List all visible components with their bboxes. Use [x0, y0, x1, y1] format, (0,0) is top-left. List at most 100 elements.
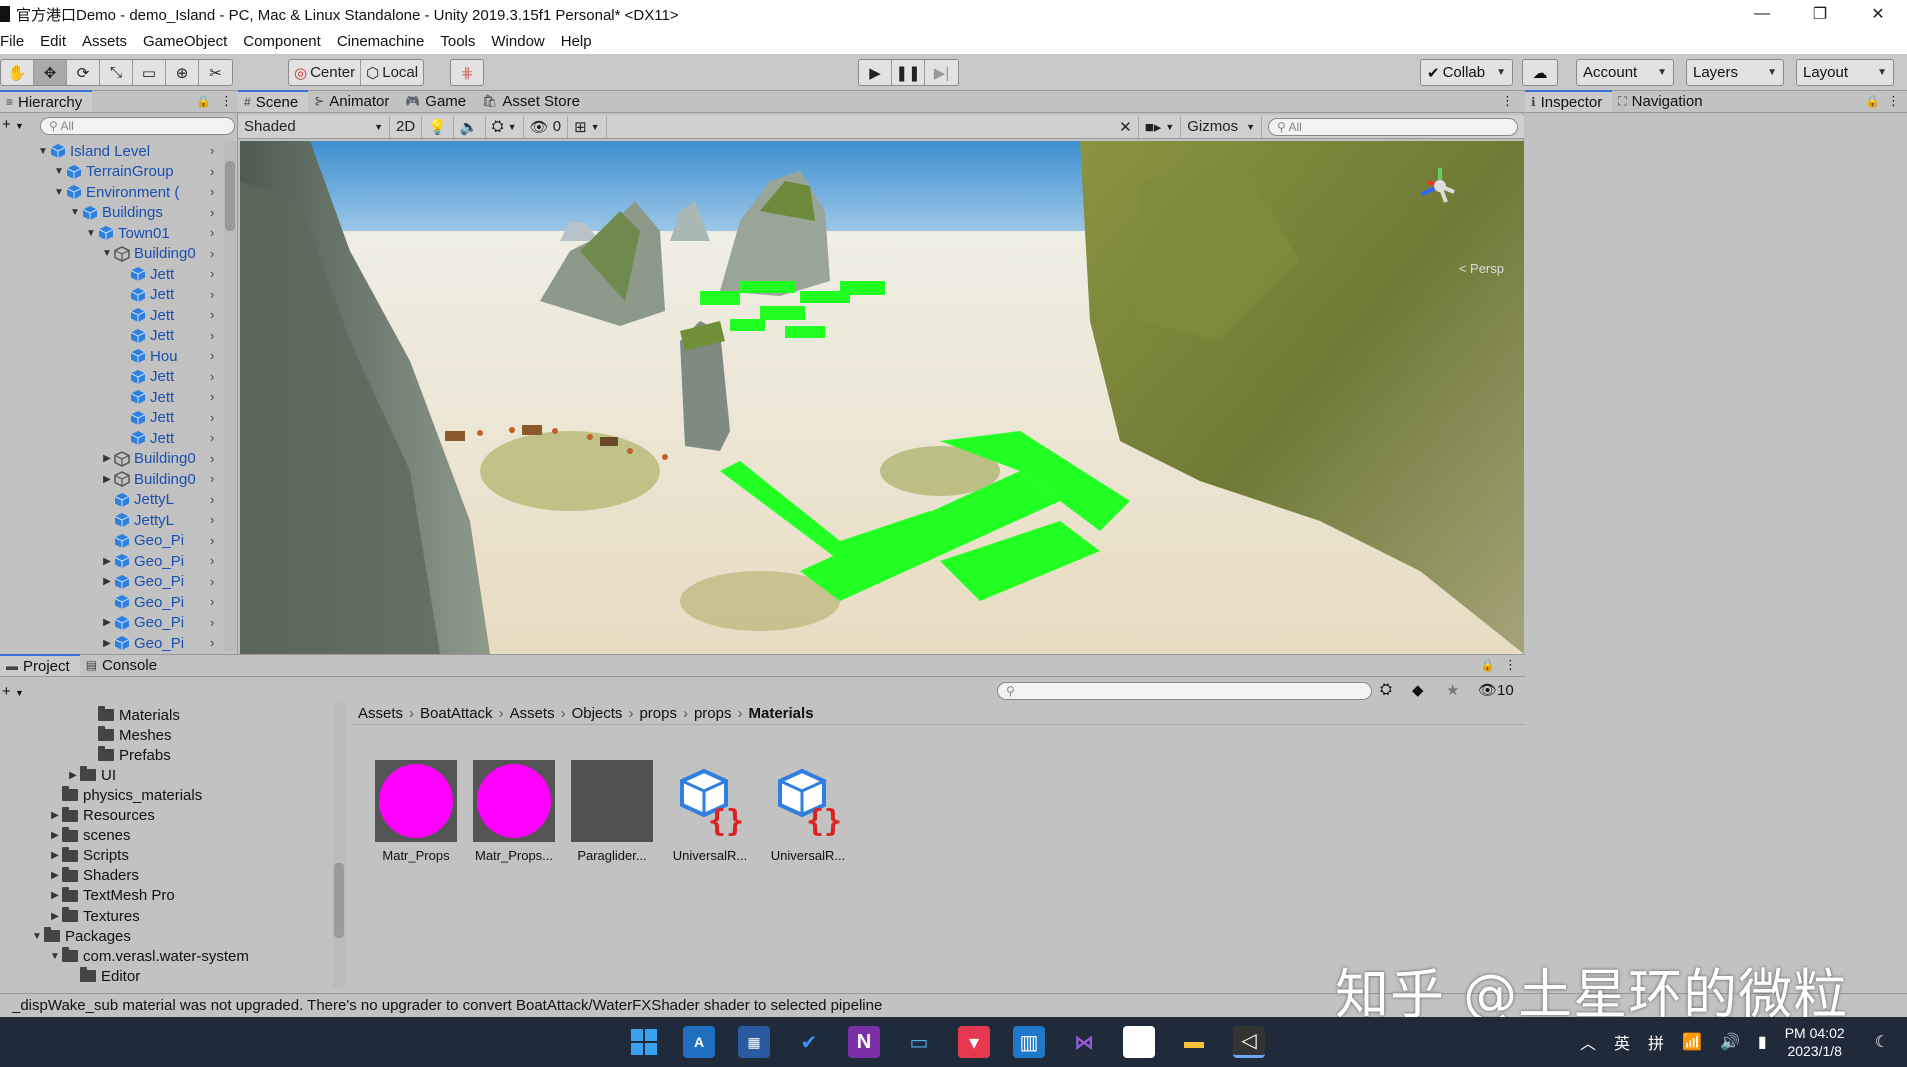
expand-arrow-down-icon[interactable]: ▼ [36, 146, 50, 157]
expand-arrow-down-icon[interactable]: ▼ [100, 248, 114, 259]
camera-icon[interactable]: ■▸ ▼ [1139, 115, 1182, 138]
restore-button[interactable]: ❐ [1791, 0, 1849, 28]
tab-animator[interactable]: ⊱ Animator [308, 90, 399, 112]
chevron-right-icon[interactable]: › [210, 164, 214, 179]
scrollbar-thumb[interactable] [225, 161, 235, 231]
expand-arrow-right-icon[interactable]: ▶ [48, 810, 62, 821]
chevron-right-icon[interactable]: › [210, 389, 214, 404]
chevron-right-icon[interactable]: › [210, 615, 214, 630]
start-windows-icon[interactable] [628, 1026, 660, 1058]
menu-file[interactable]: File [0, 33, 32, 50]
shading-mode-dropdown[interactable]: Shaded ▼ [238, 115, 390, 138]
hierarchy-row[interactable]: ▼ Town01 [84, 223, 170, 243]
breadcrumb-item[interactable]: props [694, 705, 732, 722]
folder-tree-item[interactable]: ▶ UI [66, 765, 116, 785]
hierarchy-row[interactable]: ▶ Building0 [100, 449, 196, 469]
custom-tool-icon[interactable]: ✂ [199, 60, 232, 85]
more-options-icon[interactable]: ⋮ [1887, 93, 1900, 109]
asset-item[interactable]: Paraglider... [567, 760, 657, 863]
expand-arrow-down-icon[interactable]: ▼ [52, 187, 66, 198]
breadcrumb-item[interactable]: Assets [510, 705, 555, 722]
expand-arrow-down-icon[interactable]: ▼ [84, 228, 98, 239]
chevron-right-icon[interactable]: › [210, 451, 214, 466]
asset-item[interactable]: Matr_Props... [469, 760, 559, 863]
chevron-right-icon[interactable]: › [210, 287, 214, 302]
chevron-right-icon[interactable]: › [210, 512, 214, 527]
hierarchy-row[interactable]: ▶ Geo_Pi [100, 551, 184, 571]
chevron-right-icon[interactable]: › [210, 246, 214, 261]
hierarchy-row[interactable]: Jett [116, 408, 174, 428]
do-not-disturb-moon-icon[interactable]: ☾ [1875, 1032, 1889, 1052]
chevron-right-icon[interactable]: › [210, 635, 214, 650]
breadcrumb-item[interactable]: Assets [358, 705, 403, 722]
expand-arrow-right-icon[interactable]: ▶ [100, 576, 114, 587]
pause-button-icon[interactable]: ❚❚ [892, 60, 925, 85]
expand-arrow-right-icon[interactable]: ▶ [66, 770, 80, 781]
expand-arrow-right-icon[interactable]: ▶ [100, 617, 114, 628]
menu-edit[interactable]: Edit [32, 33, 74, 50]
hierarchy-row[interactable]: Jett [116, 367, 174, 387]
asset-item[interactable]: {} UniversalR... [665, 760, 755, 863]
hierarchy-row[interactable]: Jett [116, 326, 174, 346]
tab-inspector[interactable]: ℹ Inspector [1525, 90, 1613, 112]
collab-dropdown[interactable]: ✔ Collab ▼ [1420, 59, 1513, 86]
hierarchy-row[interactable]: ▶ Geo_Pi [100, 572, 184, 592]
unity-app-icon[interactable]: ◁ [1233, 1026, 1265, 1058]
calendar-app-icon[interactable]: ▦ [738, 1026, 770, 1058]
menu-component[interactable]: Component [235, 33, 329, 50]
hierarchy-row[interactable]: Jett [116, 305, 174, 325]
hierarchy-row[interactable]: ▼ Environment ( [52, 182, 179, 202]
wifi-icon[interactable]: 📶 [1682, 1032, 1702, 1052]
tools-icon[interactable]: ✕ [1113, 115, 1139, 138]
folder-tree-item[interactable]: Prefabs [84, 745, 171, 765]
rotate-tool-icon[interactable]: ⟳ [67, 60, 100, 85]
chevron-right-icon[interactable]: › [210, 328, 214, 343]
scale-tool-icon[interactable]: ⤡ [100, 60, 133, 85]
hierarchy-search-input[interactable]: ⚲ All [40, 117, 235, 135]
translator-app-icon[interactable]: A [683, 1026, 715, 1058]
chevron-right-icon[interactable]: › [210, 533, 214, 548]
chevron-right-icon[interactable]: › [210, 574, 214, 589]
close-button[interactable]: ✕ [1849, 0, 1907, 28]
lock-icon[interactable]: 🔒 [1480, 658, 1495, 672]
cloud-button[interactable]: ☁ [1522, 59, 1558, 86]
tab-scene[interactable]: # Scene [238, 90, 309, 112]
breadcrumb-item[interactable]: Objects [572, 705, 623, 722]
hierarchy-row[interactable]: JettyL [100, 490, 174, 510]
visual-studio-icon[interactable]: ⋈ [1068, 1026, 1100, 1058]
more-options-icon[interactable]: ⋮ [220, 93, 233, 109]
folder-tree-item[interactable]: Meshes [84, 725, 172, 745]
desktop-monitor-icon[interactable]: ▭ [903, 1026, 935, 1058]
volume-icon[interactable]: 🔊 [1720, 1032, 1740, 1052]
hierarchy-row[interactable]: Geo_Pi [100, 592, 184, 612]
expand-arrow-right-icon[interactable]: ▶ [100, 556, 114, 567]
hierarchy-scrollbar[interactable] [224, 141, 236, 651]
folder-tree-item[interactable]: ▼ Packages [30, 926, 131, 946]
hierarchy-row[interactable]: ▼ TerrainGroup [52, 162, 174, 182]
pivot-space-button[interactable]: ⬡ Local [361, 60, 423, 85]
expand-arrow-right-icon[interactable]: ▶ [100, 474, 114, 485]
tray-expand-icon[interactable]: ︿ [1580, 1030, 1596, 1054]
tab-project[interactable]: ▬ Project [0, 654, 80, 676]
folder-tree-item[interactable]: Materials [84, 705, 180, 725]
tab-navigation[interactable]: ⛶ Navigation [1612, 90, 1712, 112]
rect-tool-icon[interactable]: ▭ [133, 60, 166, 85]
tab-game[interactable]: 🎮 Game [399, 90, 476, 112]
move-tool-icon[interactable]: ✥ [34, 60, 67, 85]
minimize-button[interactable]: — [1733, 0, 1791, 28]
ime-language-indicator[interactable]: 英 [1614, 1030, 1630, 1054]
create-dropdown[interactable]: + ▼ [2, 116, 24, 133]
hierarchy-row[interactable]: Hou [116, 346, 178, 366]
folder-tree-item[interactable]: Editor [66, 966, 140, 986]
chevron-right-icon[interactable]: › [210, 184, 214, 199]
expand-arrow-right-icon[interactable]: ▶ [48, 850, 62, 861]
hierarchy-row[interactable]: Jett [116, 387, 174, 407]
snap-icon[interactable]: ⋕ [451, 60, 483, 85]
chevron-right-icon[interactable]: › [210, 369, 214, 384]
chevron-right-icon[interactable]: › [210, 143, 214, 158]
notepad-document-icon[interactable] [1123, 1026, 1155, 1058]
hierarchy-row[interactable]: Jett [116, 428, 174, 448]
chevron-right-icon[interactable]: › [210, 307, 214, 322]
layers-dropdown[interactable]: Layers ▼ [1686, 59, 1784, 86]
folder-tree-item[interactable]: ▶ Resources [48, 806, 155, 826]
